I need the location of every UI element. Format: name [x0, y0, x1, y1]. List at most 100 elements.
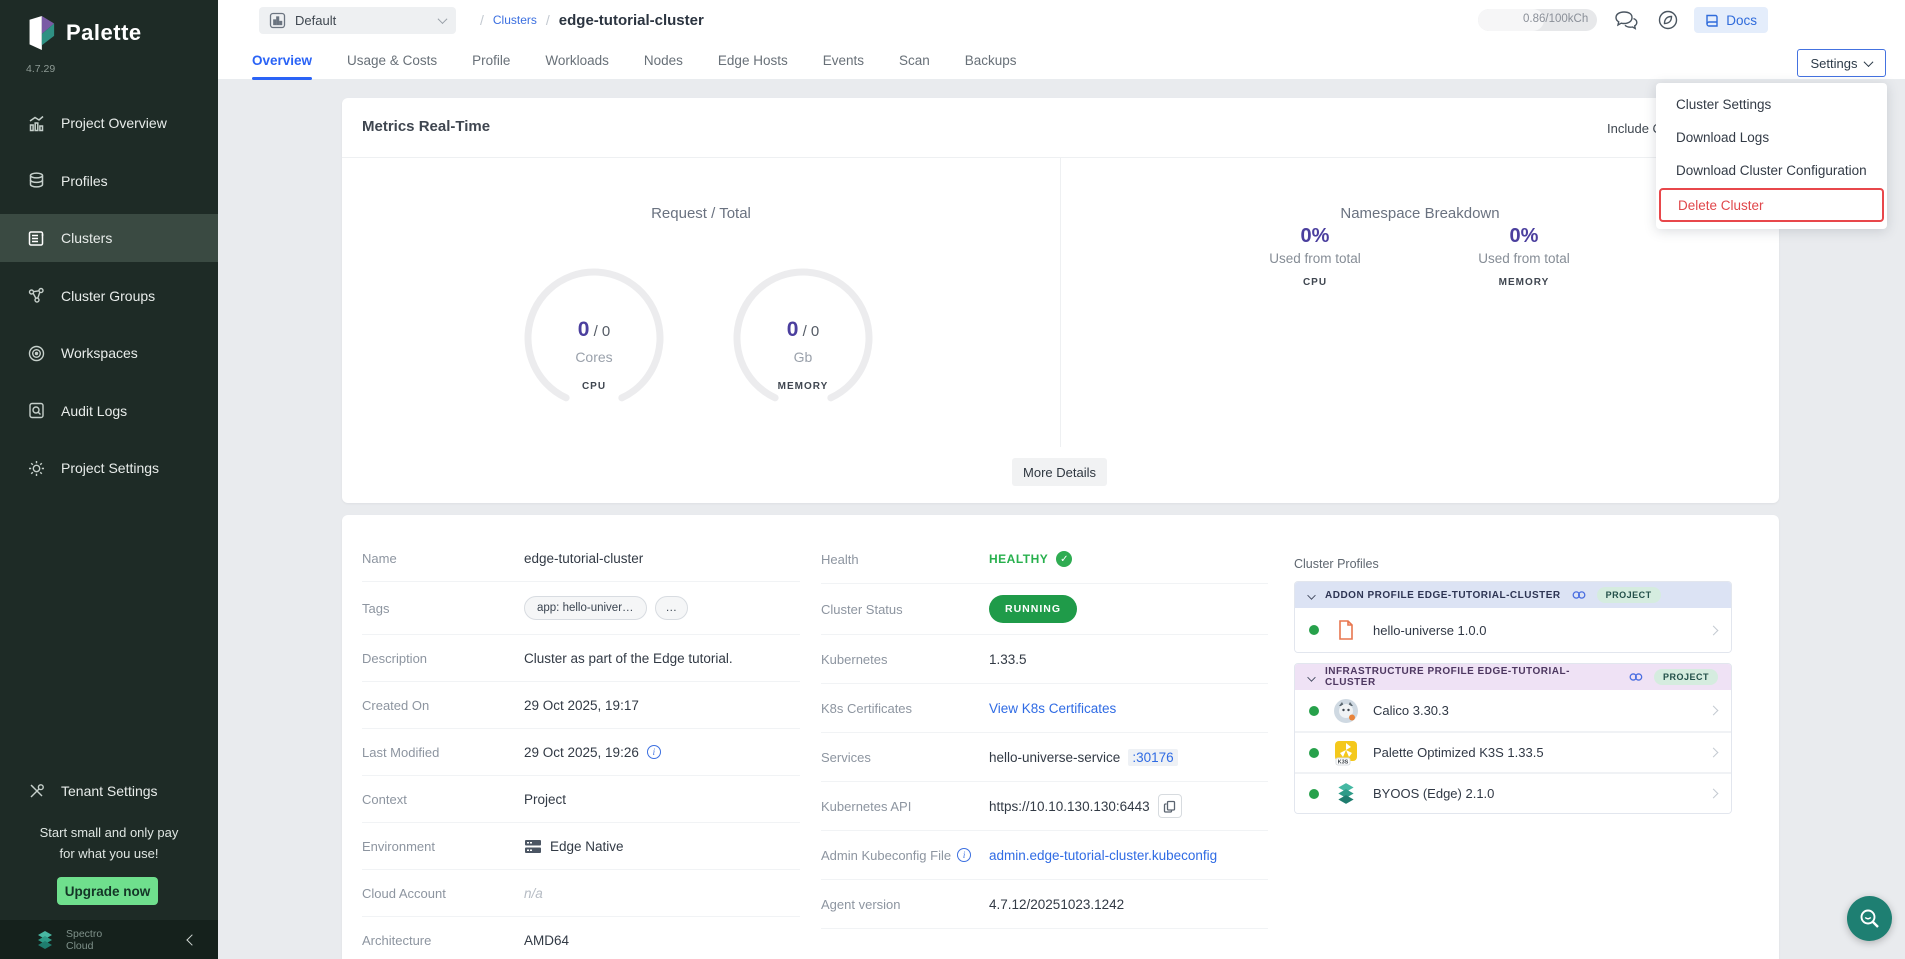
link-icon[interactable] [1571, 587, 1587, 603]
namespace-cpu-label: CPU [1215, 277, 1415, 288]
last-modified-value: 29 Oct 2025, 19:26 [524, 745, 639, 760]
agent-version-value: 4.7.12/20251023.1242 [989, 897, 1124, 912]
sidebar-item-clusters[interactable]: Clusters [0, 214, 218, 262]
link-icon[interactable] [1628, 669, 1644, 685]
detail-row-context: Context Project [362, 776, 800, 823]
cpu-total: / 0 [594, 323, 611, 340]
service-port-link[interactable]: :30176 [1128, 749, 1177, 766]
kubeconfig-download-link[interactable]: admin.edge-tutorial-cluster.kubeconfig [989, 848, 1217, 863]
project-selector-value: Default [295, 13, 336, 28]
docs-button[interactable]: Docs [1694, 7, 1768, 33]
cpu-gauge-label: CPU [519, 381, 669, 392]
sidebar-item-cluster-groups[interactable]: Cluster Groups [0, 272, 218, 320]
tab-usage-costs[interactable]: Usage & Costs [347, 40, 437, 80]
namespace-memory-caption: Used from total [1424, 251, 1624, 266]
cpu-gauge-value: 0 / 0 [519, 318, 669, 342]
include-toggle-label[interactable]: Include C [1607, 121, 1662, 136]
chevron-right-icon [1709, 789, 1719, 799]
kubernetes-label: Kubernetes [821, 652, 989, 667]
chevron-right-icon [1709, 625, 1719, 635]
sidebar-item-project-settings[interactable]: Project Settings [0, 444, 218, 492]
tab-workloads[interactable]: Workloads [545, 40, 609, 80]
edge-server-icon [524, 839, 542, 854]
tab-nodes[interactable]: Nodes [644, 40, 683, 80]
usage-meter: 0.86/100kCh [1478, 9, 1597, 31]
environment-value: Edge Native [550, 839, 624, 854]
sidebar-item-label: Audit Logs [61, 403, 127, 419]
addon-profile-group: ADDON PROFILE EDGE-TUTORIAL-CLUSTER PROJ… [1294, 581, 1732, 653]
sidebar-item-label: Project Overview [61, 115, 167, 131]
cluster-tabs-bar: Overview Usage & Costs Profile Workloads… [218, 40, 1905, 80]
brand-logo[interactable]: Palette [22, 14, 142, 52]
kubernetes-api-value: https://10.10.130.130:6443 [989, 799, 1150, 814]
settings-button[interactable]: Settings [1797, 49, 1886, 77]
info-icon[interactable]: i [957, 848, 971, 862]
namespace-cpu-percent: 0% [1215, 225, 1415, 248]
more-details-button[interactable]: More Details [1012, 458, 1107, 486]
sidebar-collapse-icon[interactable] [186, 934, 197, 945]
project-scope-badge: PROJECT [1597, 587, 1661, 603]
help-search-fab[interactable] [1847, 896, 1892, 941]
tab-scan[interactable]: Scan [899, 40, 930, 80]
target-icon [27, 344, 46, 363]
pack-row-byoos[interactable]: BYOOS (Edge) 2.1.0 [1295, 772, 1731, 813]
memory-gauge-label: MEMORY [728, 381, 878, 392]
details-left-column: Name edge-tutorial-cluster Tags app: hel… [362, 535, 800, 959]
detail-row-health: Health HEALTHY ✓ [821, 535, 1268, 584]
footer-brand-line2: Cloud [66, 940, 102, 952]
services-value: hello-universe-service [989, 750, 1120, 765]
spectro-cloud-wordmark: Spectro Cloud [66, 928, 102, 952]
cluster-tabs: Overview Usage & Costs Profile Workloads… [218, 40, 1905, 80]
menu-item-download-cluster-configuration[interactable]: Download Cluster Configuration [1656, 154, 1887, 187]
community-compass-icon[interactable] [1657, 9, 1679, 31]
project-selector[interactable]: Default [259, 7, 456, 34]
sidebar-item-profiles[interactable]: Profiles [0, 157, 218, 205]
usage-meter-value: 0.86/100kCh [1523, 13, 1588, 25]
cloud-account-value: n/a [524, 886, 543, 901]
sidebar-item-audit-logs[interactable]: Audit Logs [0, 387, 218, 435]
sidebar-item-label: Tenant Settings [61, 783, 158, 799]
breadcrumb-clusters-link[interactable]: Clusters [493, 13, 537, 27]
tab-edge-hosts[interactable]: Edge Hosts [718, 40, 788, 80]
tag-more-chip[interactable]: … [655, 596, 689, 620]
copy-icon[interactable] [1158, 794, 1182, 818]
detail-row-description: Description Cluster as part of the Edge … [362, 635, 800, 682]
infrastructure-profile-group: INFRASTRUCTURE PROFILE EDGE-TUTORIAL-CLU… [1294, 663, 1732, 814]
pack-row-hello-universe[interactable]: hello-universe 1.0.0 [1295, 608, 1731, 652]
tab-profile[interactable]: Profile [472, 40, 510, 80]
sidebar-item-workspaces[interactable]: Workspaces [0, 329, 218, 377]
architecture-value: AMD64 [524, 933, 569, 948]
pack-row-k3s[interactable]: K3S Palette Optimized K3S 1.33.5 [1295, 731, 1731, 772]
info-icon[interactable]: i [647, 745, 661, 759]
services-label: Services [821, 750, 989, 765]
sidebar-item-project-overview[interactable]: Project Overview [0, 99, 218, 147]
detail-row-kubernetes: Kubernetes 1.33.5 [821, 635, 1268, 684]
pack-name: BYOOS (Edge) 2.1.0 [1373, 786, 1494, 801]
tab-events[interactable]: Events [823, 40, 864, 80]
tag-chip[interactable]: app: hello-univer… [524, 596, 647, 620]
sidebar-item-tenant-settings[interactable]: Tenant Settings [0, 767, 218, 815]
breadcrumb-separator: / [546, 12, 550, 28]
pack-row-calico[interactable]: Calico 3.30.3 [1295, 690, 1731, 731]
upgrade-now-button[interactable]: Upgrade now [57, 877, 158, 905]
menu-item-delete-cluster[interactable]: Delete Cluster [1661, 190, 1882, 220]
memory-total: / 0 [803, 323, 820, 340]
menu-item-cluster-settings[interactable]: Cluster Settings [1656, 88, 1887, 121]
addon-profile-header[interactable]: ADDON PROFILE EDGE-TUTORIAL-CLUSTER PROJ… [1295, 582, 1731, 608]
tab-overview[interactable]: Overview [252, 40, 312, 80]
detail-row-architecture: Architecture AMD64 [362, 917, 800, 959]
infrastructure-profile-header[interactable]: INFRASTRUCTURE PROFILE EDGE-TUTORIAL-CLU… [1295, 664, 1731, 690]
settings-dropdown-menu: Cluster Settings Download Logs Download … [1656, 83, 1887, 229]
pack-status-dot [1309, 706, 1319, 716]
menu-item-download-logs[interactable]: Download Logs [1656, 121, 1887, 154]
memory-gauge-value: 0 / 0 [728, 318, 878, 342]
pack-status-dot [1309, 625, 1319, 635]
pack-status-dot [1309, 748, 1319, 758]
infrastructure-profile-name: INFRASTRUCTURE PROFILE EDGE-TUTORIAL-CLU… [1325, 666, 1618, 688]
chat-icon[interactable] [1614, 10, 1640, 31]
delete-cluster-highlight-box: Delete Cluster [1659, 188, 1884, 222]
chevron-down-icon [1307, 673, 1315, 681]
pack-name: Calico 3.30.3 [1373, 703, 1449, 718]
tab-backups[interactable]: Backups [965, 40, 1017, 80]
view-k8s-certificates-link[interactable]: View K8s Certificates [989, 701, 1116, 716]
